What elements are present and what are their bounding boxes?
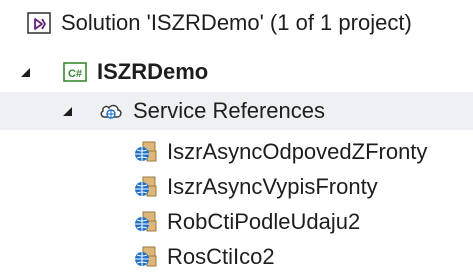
expand-arrow-icon[interactable] xyxy=(18,65,32,79)
solution-explorer-tree: Solution 'ISZRDemo' (1 of 1 project) C# … xyxy=(0,0,473,279)
service-reference-label: IszrAsyncOdpovedZFronty xyxy=(167,139,428,164)
service-references-label: Service References xyxy=(133,98,325,123)
solution-icon xyxy=(26,10,52,36)
tree-item-service-references[interactable]: Service References xyxy=(0,92,473,130)
expand-arrow-icon[interactable] xyxy=(60,104,74,118)
project-label: ISZRDemo xyxy=(97,59,209,84)
service-reference-icon xyxy=(132,209,158,235)
service-reference-label: IszrAsyncVypisFronty xyxy=(167,174,378,199)
service-reference-icon xyxy=(132,139,158,165)
svg-text:C#: C# xyxy=(68,68,82,80)
service-reference-label: RosCtiIco2 xyxy=(167,244,275,269)
service-references-icon xyxy=(98,98,124,124)
tree-item-service-reference[interactable]: IszrAsyncVypisFronty xyxy=(0,168,473,206)
service-reference-icon xyxy=(132,174,158,200)
tree-item-solution[interactable]: Solution 'ISZRDemo' (1 of 1 project) xyxy=(0,4,473,42)
csharp-project-icon: C# xyxy=(62,59,88,85)
tree-item-service-reference[interactable]: RosCtiIco2 xyxy=(0,238,473,276)
solution-label: Solution 'ISZRDemo' (1 of 1 project) xyxy=(61,10,412,35)
tree-item-service-reference[interactable]: IszrAsyncOdpovedZFronty xyxy=(0,133,473,171)
tree-item-service-reference[interactable]: RobCtiPodleUdaju2 xyxy=(0,203,473,241)
tree-item-project[interactable]: C# ISZRDemo xyxy=(0,53,473,91)
service-reference-label: RobCtiPodleUdaju2 xyxy=(167,209,361,234)
service-reference-icon xyxy=(132,244,158,270)
